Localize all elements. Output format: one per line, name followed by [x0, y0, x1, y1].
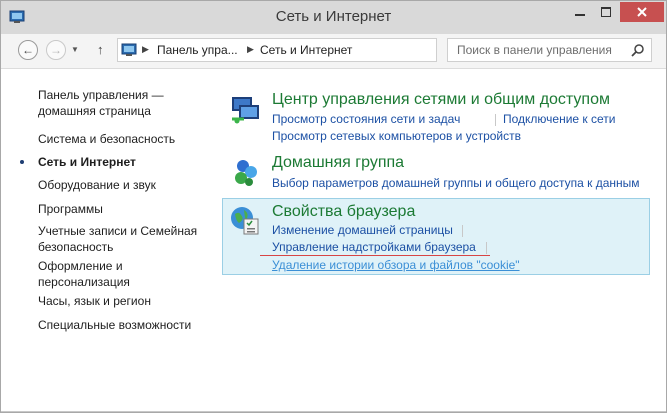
- sidebar-item-home[interactable]: Панель управления — домашняя страница: [38, 87, 208, 119]
- category-browser-properties: Свойства браузера Изменение домашней стр…: [224, 203, 650, 273]
- sidebar-item-label-line2: безопасность: [38, 240, 114, 254]
- sidebar-item-accounts[interactable]: Учетные записи и Семейная безопасность: [38, 223, 208, 255]
- link-separator: [486, 242, 487, 254]
- category-title-homegroup[interactable]: Домашняя группа: [272, 154, 404, 172]
- search-input[interactable]: Поиск в панели управления: [457, 43, 612, 57]
- link-change-homepage[interactable]: Изменение домашней страницы: [272, 223, 453, 237]
- annotation-underline: [260, 255, 490, 256]
- link-connect-to-network[interactable]: Подключение к сети: [503, 112, 615, 126]
- category-network-center: Центр управления сетями и общим доступом…: [224, 91, 650, 151]
- active-bullet: [20, 160, 24, 164]
- forward-button[interactable]: →: [46, 40, 66, 60]
- search-box[interactable]: Поиск в панели управления: [447, 38, 652, 62]
- sidebar-item-programs[interactable]: Программы: [38, 201, 208, 217]
- up-button[interactable]: ↑: [97, 42, 104, 57]
- minimize-button[interactable]: [567, 2, 593, 22]
- link-delete-browsing-history[interactable]: Удаление истории обзора и файлов "cookie…: [272, 258, 520, 272]
- link-homegroup-settings[interactable]: Выбор параметров домашней группы и общег…: [272, 176, 640, 190]
- link-view-network-status[interactable]: Просмотр состояния сети и задач: [272, 112, 460, 126]
- homegroup-icon: [235, 160, 257, 186]
- chevron-right-icon: ▶: [247, 44, 254, 54]
- sidebar-item-label-line2: домашняя страница: [38, 104, 151, 118]
- sidebar-item-network: Сеть и Интернет: [38, 155, 136, 169]
- close-icon: [637, 7, 647, 17]
- sidebar-item-hardware[interactable]: Оборудование и звук: [38, 177, 208, 193]
- control-panel-window: Сеть и Интернет ← → ▼ ↑ ▶ Панель упра...…: [0, 0, 667, 413]
- maximize-icon: [601, 7, 611, 17]
- navigation-bar: ← → ▼ ↑ ▶ Панель упра... ▶ Сеть и Интерн…: [1, 34, 666, 69]
- arrow-right-icon: →: [50, 43, 62, 57]
- search-icon[interactable]: [631, 43, 645, 57]
- link-view-network-computers[interactable]: Просмотр сетевых компьютеров и устройств: [272, 129, 521, 143]
- sidebar-item-accessibility[interactable]: Специальные возможности: [38, 317, 208, 333]
- control-panel-icon: [121, 43, 137, 56]
- internet-options-icon: [231, 207, 259, 235]
- sidebar-item-clock[interactable]: Часы, язык и регион: [38, 293, 208, 309]
- breadcrumb-control-panel[interactable]: Панель упра...: [157, 43, 238, 57]
- arrow-left-icon: ←: [22, 43, 34, 57]
- sidebar-item-label: Оформление и: [38, 259, 123, 273]
- chevron-right-icon: ▶: [142, 44, 149, 54]
- breadcrumb-network[interactable]: Сеть и Интернет: [260, 43, 352, 57]
- category-title-network-center[interactable]: Центр управления сетями и общим доступом: [272, 91, 610, 109]
- recent-locations-dropdown[interactable]: ▼: [71, 45, 79, 54]
- address-bar[interactable]: ▶ Панель упра... ▶ Сеть и Интернет ▼ ↻: [117, 38, 546, 62]
- content-area: Панель управления — домашняя страница Си…: [1, 69, 666, 412]
- sidebar-item-label-line2: персонализация: [38, 275, 130, 289]
- sidebar-item-appearance[interactable]: Оформление и персонализация: [38, 258, 208, 290]
- network-center-icon: [232, 97, 259, 124]
- arrow-up-icon: ↑: [97, 42, 104, 57]
- sidebar-item-label: Панель управления —: [38, 88, 164, 102]
- link-separator: [495, 114, 496, 126]
- link-manage-addons[interactable]: Управление надстройками браузера: [272, 240, 476, 254]
- window-bottom-edge: [1, 411, 666, 412]
- back-button[interactable]: ←: [18, 40, 38, 60]
- title-bar: Сеть и Интернет: [1, 1, 666, 34]
- sidebar-item-security[interactable]: Система и безопасность: [38, 131, 208, 147]
- link-separator: [462, 225, 463, 237]
- category-homegroup: Домашняя группа Выбор параметров домашне…: [224, 154, 650, 194]
- maximize-button[interactable]: [593, 2, 619, 22]
- minimize-icon: [575, 14, 585, 16]
- sidebar-item-label: Учетные записи и Семейная: [38, 224, 198, 238]
- close-button[interactable]: [620, 2, 664, 22]
- category-title-browser-properties[interactable]: Свойства браузера: [272, 203, 415, 221]
